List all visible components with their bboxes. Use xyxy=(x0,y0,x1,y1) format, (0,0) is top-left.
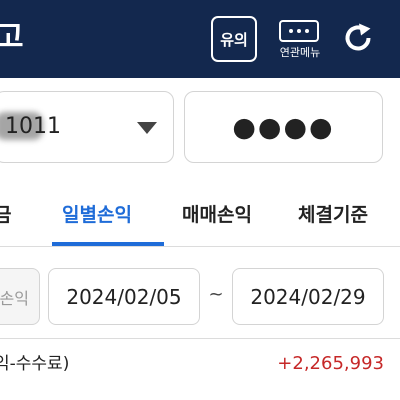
page-title: 고 xyxy=(0,20,24,55)
notice-button-label: 유의 xyxy=(220,30,248,49)
end-date-value: 2024/02/29 xyxy=(250,284,366,309)
account-number: 1011 xyxy=(5,114,61,139)
date-separator: ~ xyxy=(208,284,224,305)
password-field[interactable]: ●●●● xyxy=(184,91,383,163)
tab-deposit[interactable]: 금 xyxy=(0,200,11,230)
account-select[interactable]: 1011 xyxy=(0,91,174,163)
password-mask: ●●●● xyxy=(232,111,335,143)
refresh-button[interactable] xyxy=(340,20,376,56)
profit-type-label: 손익 xyxy=(0,288,29,308)
notice-button[interactable]: 유의 xyxy=(211,16,257,62)
end-date-field[interactable]: 2024/02/29 xyxy=(232,268,384,325)
tab-bar: 금 일별손익 매매손익 체결기준 xyxy=(0,185,400,247)
profit-type-chip[interactable]: 손익 xyxy=(0,268,40,325)
tab-execution-basis[interactable]: 체결기준 xyxy=(298,200,368,230)
start-date-field[interactable]: 2024/02/05 xyxy=(48,268,200,325)
summary-label: 익-수수료) xyxy=(0,354,70,374)
refresh-icon xyxy=(345,23,371,51)
related-menu-button[interactable]: 연관메뉴 xyxy=(272,14,328,64)
start-date-value: 2024/02/05 xyxy=(66,284,182,309)
summary-row: 익-수수료) +2,265,993 xyxy=(0,339,400,394)
active-tab-indicator xyxy=(52,242,164,246)
app-header: 고 유의 연관메뉴 xyxy=(0,0,400,78)
related-menu-label: 연관메뉴 xyxy=(279,46,321,59)
more-menu-icon xyxy=(279,20,319,42)
summary-value: +2,265,993 xyxy=(277,353,384,374)
chevron-down-icon xyxy=(137,122,157,134)
tab-trade-profit[interactable]: 매매손익 xyxy=(182,200,252,230)
tab-daily-profit[interactable]: 일별손익 xyxy=(62,200,132,230)
